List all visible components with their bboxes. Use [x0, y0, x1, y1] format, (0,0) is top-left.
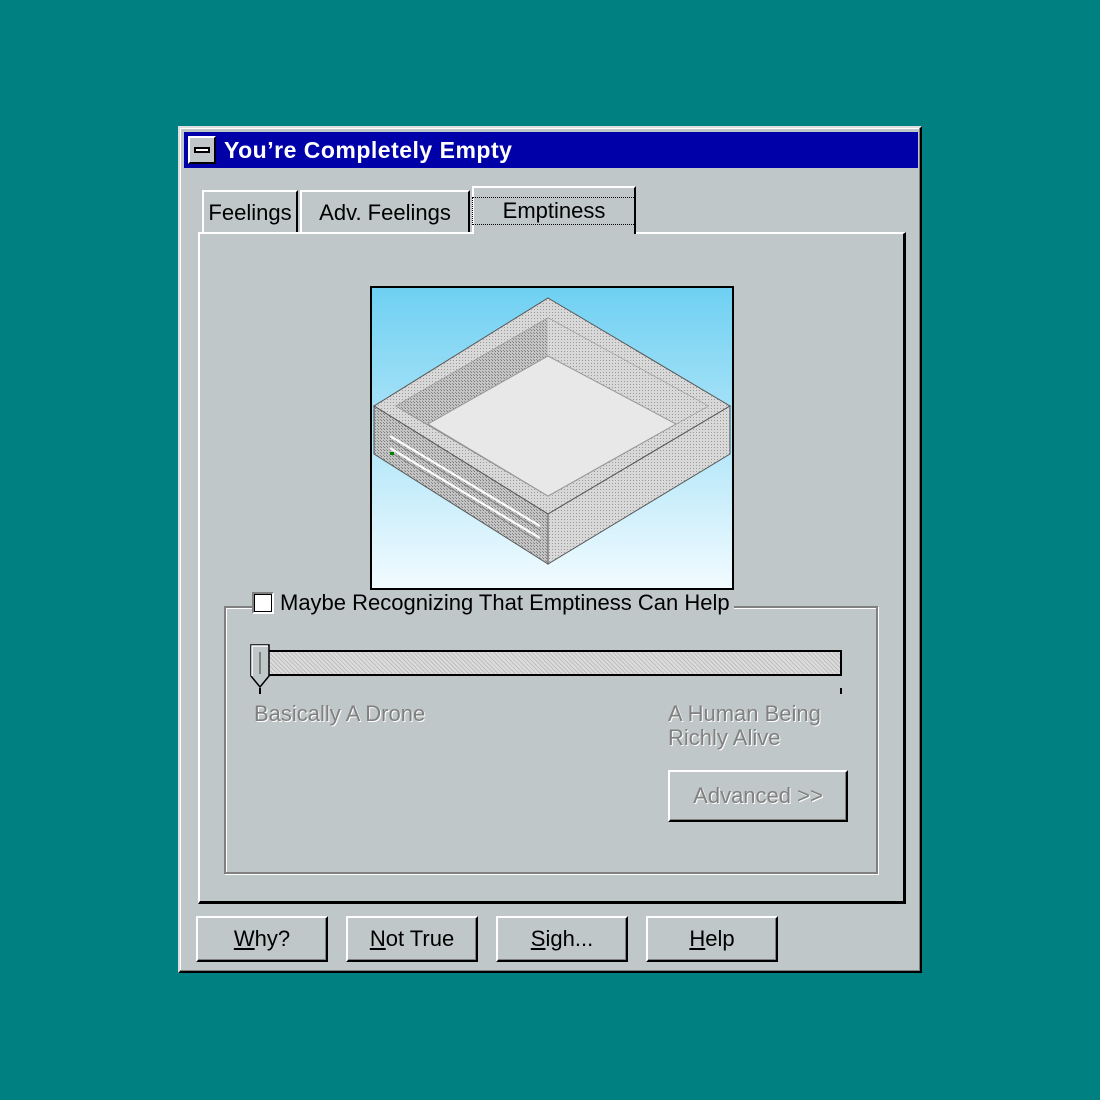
why-button-mnemonic: W: [233, 926, 255, 951]
empty-box-picture: [370, 286, 734, 590]
sigh-button-mnemonic: S: [530, 926, 546, 951]
title-bar[interactable]: You’re Completely Empty: [184, 132, 918, 168]
not-true-button[interactable]: Not True: [346, 916, 478, 962]
why-button[interactable]: Why?: [196, 916, 328, 962]
advanced-button[interactable]: Advanced >>: [668, 770, 848, 822]
emptiness-help-checkbox[interactable]: [252, 592, 274, 614]
why-button-label: hy?: [254, 926, 291, 951]
tab-feelings[interactable]: Feelings: [202, 190, 298, 234]
slider-max-tick: [840, 688, 842, 694]
humanity-slider-track[interactable]: [254, 650, 842, 676]
not-true-button-label: ot True: [385, 926, 455, 951]
help-button-label: elp: [705, 926, 735, 951]
slider-max-label-line1: A Human Being: [668, 701, 821, 726]
emptiness-help-checkbox-label[interactable]: Maybe Recognizing That Emptiness Can Hel…: [280, 590, 730, 616]
active-tab-joint: [474, 230, 630, 236]
slider-max-label-line2: Richly Alive: [668, 725, 781, 750]
tab-adv-feelings[interactable]: Adv. Feelings: [300, 190, 470, 234]
tab-emptiness[interactable]: Emptiness: [471, 186, 637, 234]
sigh-button[interactable]: Sigh...: [496, 916, 628, 962]
not-true-button-mnemonic: N: [369, 926, 386, 951]
window-title: You’re Completely Empty: [224, 136, 513, 163]
system-menu-button[interactable]: [188, 136, 216, 164]
slider-min-label: Basically A Drone: [254, 701, 426, 726]
humanity-slider-thumb[interactable]: [250, 644, 270, 688]
tab-adv-feelings-label: Adv. Feelings: [319, 200, 451, 225]
sigh-button-label: igh...: [545, 926, 594, 951]
groupbox-legend: Maybe Recognizing That Emptiness Can Hel…: [252, 590, 734, 616]
help-button-mnemonic: H: [689, 926, 706, 951]
help-button[interactable]: Help: [646, 916, 778, 962]
tab-feelings-label: Feelings: [208, 200, 292, 225]
minus-icon: [194, 147, 210, 153]
slider-min-tick: [259, 688, 261, 694]
dialog-window: You’re Completely Empty Feelings Adv. Fe…: [178, 126, 922, 973]
tab-emptiness-label: Emptiness: [471, 197, 637, 225]
empty-box-illustration: [372, 288, 732, 588]
emptiness-groupbox: Maybe Recognizing That Emptiness Can Hel…: [224, 590, 878, 874]
